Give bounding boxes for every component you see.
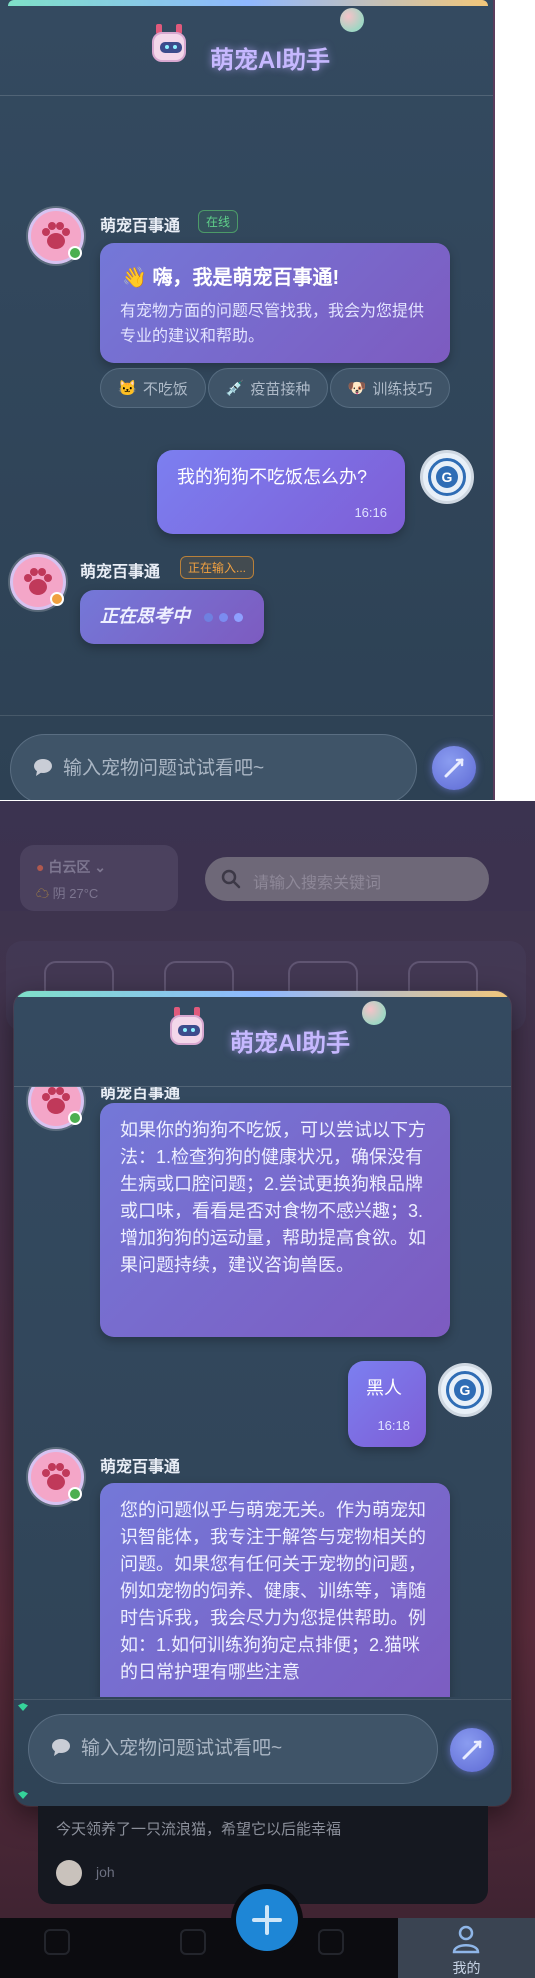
search-icon [221,869,241,889]
bot-name: 萌宠百事通 [100,1459,181,1476]
bot-avatar [28,208,84,264]
bot-avatar [10,554,66,610]
location-label: 白云区 [48,859,91,875]
user-icon [452,1925,480,1954]
page-title: 萌宠AI助手 [230,1030,350,1057]
quick-chip-training[interactable]: 🐶 训练技巧 [330,368,450,408]
user-avatar: G [420,450,474,504]
bot-name: 萌宠百事通 [100,1087,181,1102]
bot-name: 萌宠百事通 [80,564,161,581]
typing-dots [204,613,250,623]
bot-avatar [28,1087,84,1129]
bot-name: 萌宠百事通 [100,218,181,235]
page-title: 萌宠AI助手 [210,47,330,74]
dog-icon: 🐶 [347,380,367,397]
quick-chip-vaccine[interactable]: 💉 疫苗接种 [208,368,328,408]
wave-icon: 👋 [122,267,147,289]
post-username: joh [96,1864,115,1880]
robot-icon [166,1007,208,1049]
post-text: 今天领养了一只流浪猫，希望它以后能幸福 [56,1821,342,1838]
tab-mine[interactable]: 我的 [398,1918,535,1978]
weather-label: 阴 27°C [52,886,99,901]
add-post-button[interactable] [236,1889,298,1951]
bot-answer-bubble: 您的问题似乎与萌宠无关。作为萌宠知识智能体，我专注于解答与宠物相关的问题。如果您… [100,1483,450,1697]
message-list[interactable]: 萌宠百事通 如果你的狗狗不吃饭，可以尝试以下方法：1.检查狗狗的健康状况，确保没… [14,1087,511,1697]
avatar [56,1860,82,1886]
greeting-body: 有宠物方面的问题尽管找我，我会为您提供专业的建议和帮助。 [120,303,425,345]
user-message-bubble: 我的狗狗不吃饭怎么办? 16:16 [157,450,405,534]
chat-header: 萌宠AI助手 [14,997,511,1087]
search-input[interactable]: 请输入搜索关键词 [205,857,489,901]
pin-icon: ● [36,859,45,875]
bot-greeting-bubble: 👋 嗨，我是萌宠百事通! 有宠物方面的问题尽管找我，我会为您提供专业的建议和帮助… [100,243,450,363]
weather-icon: ☁ [36,886,50,901]
send-button[interactable] [450,1728,494,1772]
typing-status-dot [50,592,64,606]
input-bar: 输入宠物问题试试看吧~ [0,715,493,800]
user-message-bubble: 黑人 16:18 [348,1361,426,1447]
speech-bubble-icon [52,1739,70,1756]
send-button[interactable] [432,746,476,790]
chat-panel-1: 萌宠AI助手 萌宠百事通 在线 👋 嗨，我是萌宠百事通! 有宠物方面的问题尽管找… [0,0,495,800]
speech-bubble-icon [34,759,52,776]
online-status-dot [68,246,82,260]
status-badge: 在线 [198,210,239,233]
send-icon [444,758,464,778]
input-bar: 输入宠物问题试试看吧~ [14,1699,511,1806]
home-tab-icon[interactable] [44,1929,70,1955]
thinking-bubble: 正在思考中 [80,590,264,644]
decorative-orb [362,1001,386,1025]
quick-chip-no-eat[interactable]: 🐱 不吃饭 [100,368,206,408]
app-background-panel: ● 白云区 ⌄ ☁ 阴 27°C 请输入搜索关键词 萌宠AI助手 萌宠百事通 如… [0,801,535,1978]
ai-chat-modal: 萌宠AI助手 萌宠百事通 如果你的狗狗不吃饭，可以尝试以下方法：1.检查狗狗的健… [14,991,511,1806]
chat-input[interactable]: 输入宠物问题试试看吧~ [28,1714,438,1784]
discover-tab-icon[interactable] [180,1929,206,1955]
cat-icon: 🐱 [118,380,137,397]
typing-badge: 正在输入... [180,556,255,579]
syringe-icon: 💉 [225,380,245,397]
send-icon [462,1740,482,1760]
decorative-orb [340,8,364,32]
chat-header: 萌宠AI助手 [0,6,493,96]
chevron-down-icon: ⌄ [94,859,106,875]
message-time: 16:18 [377,1418,410,1433]
bot-avatar [28,1449,84,1505]
greeting-title: 嗨，我是萌宠百事通! [152,267,340,289]
bot-answer-bubble: 如果你的狗狗不吃饭，可以尝试以下方法：1.检查狗狗的健康状况，确保没有生病或口腔… [100,1103,450,1337]
message-tab-icon[interactable] [318,1929,344,1955]
chat-input[interactable]: 输入宠物问题试试看吧~ [10,734,417,800]
message-time: 16:16 [354,505,387,520]
location-card[interactable]: ● 白云区 ⌄ ☁ 阴 27°C [20,845,178,911]
user-avatar: G [438,1363,492,1417]
robot-icon [148,24,190,66]
